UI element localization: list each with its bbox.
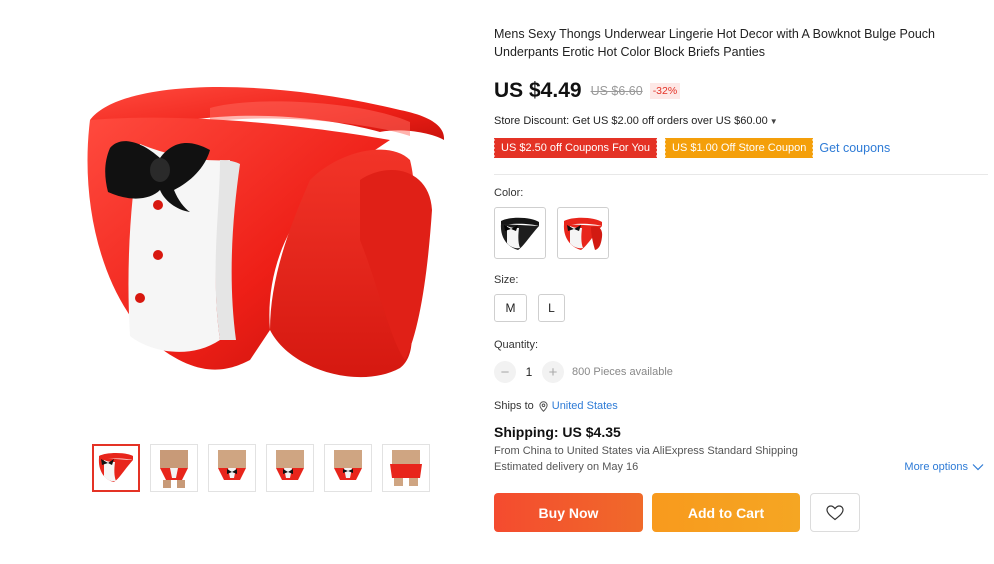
add-to-cart-button[interactable]: Add to Cart — [652, 493, 800, 532]
divider — [494, 174, 988, 175]
plus-icon[interactable]: + — [542, 361, 564, 383]
chevron-down-icon — [972, 464, 984, 471]
thumbnail-2[interactable] — [150, 444, 198, 492]
quantity-label: Quantity: — [494, 339, 539, 351]
swatch-image — [500, 217, 539, 250]
thumbnail-image — [276, 450, 304, 480]
color-swatches — [494, 207, 988, 259]
product-details: Mens Sexy Thongs Underwear Lingerie Hot … — [492, 26, 988, 532]
wishlist-button[interactable] — [810, 493, 860, 532]
eta-row: Estimated delivery on May 16 More option… — [494, 461, 988, 473]
store-coupon[interactable]: US $1.00 Off Store Coupon — [664, 138, 814, 158]
thumbnail-4[interactable] — [266, 444, 314, 492]
color-swatch-black[interactable] — [494, 207, 546, 259]
color-label: Color: — [494, 187, 524, 199]
more-options-link[interactable]: More options — [904, 461, 984, 473]
main-product-image[interactable] — [60, 40, 460, 420]
action-buttons: Buy Now Add to Cart — [494, 493, 988, 532]
price-row: US $4.49 US $6.60 -32% — [494, 77, 988, 105]
product-title: Mens Sexy Thongs Underwear Lingerie Hot … — [494, 27, 935, 59]
ships-to-row: Ships to United States — [494, 400, 988, 412]
store-discount-text: Store Discount: Get US $2.00 off orders … — [494, 115, 768, 127]
original-price: US $6.60 — [590, 84, 643, 98]
thumbnail-1[interactable] — [92, 444, 140, 492]
estimated-delivery: Estimated delivery on May 16 — [494, 461, 639, 473]
thumbnail-strip — [92, 444, 430, 492]
discount-badge: -32% — [649, 83, 681, 99]
size-option-l[interactable]: L — [538, 294, 565, 322]
store-discount[interactable]: Store Discount: Get US $2.00 off orders … — [494, 115, 988, 127]
thumbnail-6[interactable] — [382, 444, 430, 492]
quantity-value[interactable]: 1 — [516, 365, 542, 379]
ships-to-label: Ships to — [494, 400, 534, 412]
more-options-label: More options — [904, 461, 968, 473]
heart-icon — [826, 504, 844, 520]
product-illustration — [87, 87, 445, 378]
current-price: US $4.49 — [494, 79, 582, 102]
get-coupons-link[interactable]: Get coupons — [819, 141, 890, 155]
color-swatch-red[interactable] — [557, 207, 609, 259]
size-options: M L — [494, 294, 988, 322]
quantity-available: 800 Pieces available — [572, 366, 673, 378]
coupon-for-you[interactable]: US $2.50 off Coupons For You — [492, 138, 658, 158]
quantity-stepper: − 1 + 800 Pieces available — [494, 360, 988, 384]
location-pin-icon — [539, 400, 548, 412]
thumbnail-3[interactable] — [208, 444, 256, 492]
chevron-down-icon: ▼ — [769, 116, 778, 126]
buy-now-button[interactable]: Buy Now — [494, 493, 643, 532]
shipping-cost: Shipping: US $4.35 — [494, 424, 621, 440]
thumbnail-image — [390, 450, 422, 486]
ships-to-country[interactable]: United States — [552, 400, 618, 412]
coupon-row: US $2.50 off Coupons For You US $1.00 Of… — [492, 137, 988, 159]
thumbnail-image — [334, 450, 362, 480]
size-option-m[interactable]: M — [494, 294, 527, 322]
thumbnail-5[interactable] — [324, 444, 372, 492]
thumbnail-image — [98, 453, 133, 482]
shipping-route: From China to United States via AliExpre… — [494, 445, 798, 457]
minus-icon[interactable]: − — [494, 361, 516, 383]
thumbnail-image — [218, 450, 246, 480]
size-label: Size: — [494, 274, 519, 286]
thumbnail-image — [160, 450, 188, 488]
swatch-image — [563, 217, 603, 250]
